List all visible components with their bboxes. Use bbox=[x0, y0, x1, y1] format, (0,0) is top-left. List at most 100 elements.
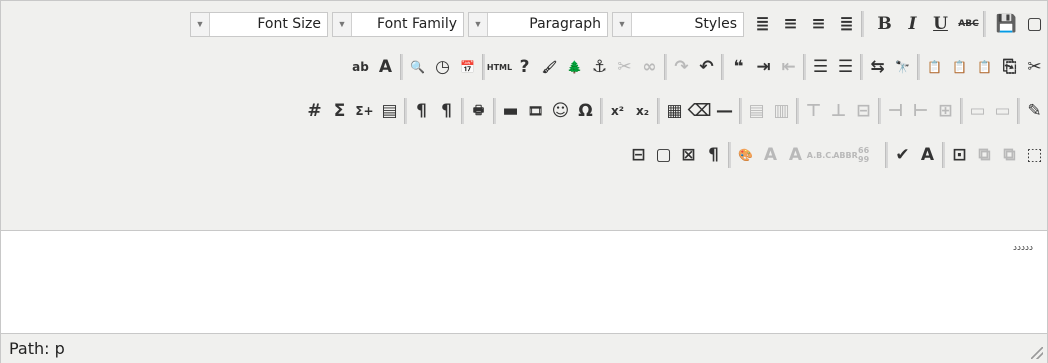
justify-left-button[interactable]: ≣ bbox=[834, 12, 859, 37]
indent-icon[interactable]: ⇥ bbox=[751, 55, 776, 80]
anchor-icon[interactable]: ⚓ bbox=[587, 55, 612, 80]
paragraph-select[interactable]: ▼ Paragraph bbox=[468, 11, 608, 37]
styles-select[interactable]: ▼ Styles bbox=[612, 11, 744, 37]
show-blocks-icon[interactable]: ¶ bbox=[701, 143, 726, 168]
font-size-select-label: Font Size bbox=[257, 16, 321, 32]
col-after-icon[interactable]: ⊢ bbox=[908, 99, 933, 124]
blockquote-icon[interactable]: ❝ bbox=[726, 55, 751, 80]
font-size-select[interactable]: ▼ Font Size bbox=[190, 11, 328, 37]
template-icon[interactable]: ▢ bbox=[651, 143, 676, 168]
undo-icon[interactable]: ↶ bbox=[694, 55, 719, 80]
move-forward-icon[interactable]: ⧉ bbox=[972, 143, 997, 168]
numbered-list-icon[interactable]: ☰ bbox=[808, 55, 833, 80]
ins-icon[interactable]: 66 99 bbox=[858, 143, 883, 168]
visual-aid-icon[interactable]: # bbox=[302, 99, 327, 124]
acronym-icon[interactable]: ABBR bbox=[833, 143, 858, 168]
media-icon[interactable]: 🎞 bbox=[523, 99, 548, 124]
absolute-icon[interactable]: ⬚ bbox=[1022, 143, 1047, 168]
find-icon[interactable]: 🔭 bbox=[890, 55, 915, 80]
replace-icon[interactable]: ⇆ bbox=[865, 55, 890, 80]
attribs-icon[interactable]: A bbox=[915, 143, 940, 168]
subscript-icon[interactable]: x₂ bbox=[630, 99, 655, 124]
separator bbox=[1017, 98, 1020, 124]
edit-note-icon[interactable]: ✎ bbox=[1022, 99, 1047, 124]
link-icon[interactable]: ∞ bbox=[637, 55, 662, 80]
insert-date-icon[interactable]: 📅 bbox=[455, 55, 480, 80]
insert-image-icon[interactable]: 🌲 bbox=[562, 55, 587, 80]
math-sum-icon[interactable]: Σ bbox=[327, 99, 352, 124]
copy-icon[interactable]: ⎘ bbox=[997, 55, 1022, 80]
justify-full-button[interactable]: ≣ bbox=[750, 12, 775, 37]
align-center-button[interactable]: ≡ bbox=[806, 12, 831, 37]
style-props-icon[interactable]: 🎨 bbox=[733, 143, 758, 168]
separator bbox=[600, 98, 603, 124]
insert-time-icon[interactable]: ◷ bbox=[430, 55, 455, 80]
bold-button[interactable]: B bbox=[872, 12, 897, 37]
merge-cells-icon[interactable]: ▭ bbox=[990, 99, 1015, 124]
insert-table-icon[interactable]: ▦ bbox=[662, 99, 687, 124]
editor-content-area[interactable]: ددددد bbox=[1, 231, 1047, 333]
delete-row-icon[interactable]: ⊟ bbox=[851, 99, 876, 124]
paste-word-icon[interactable]: 📋 bbox=[922, 55, 947, 80]
delete-col-icon[interactable]: ⊞ bbox=[933, 99, 958, 124]
strikethrough-button[interactable]: ABC bbox=[956, 12, 981, 37]
remove-format-icon[interactable]: ⌫ bbox=[687, 99, 712, 124]
cut-icon[interactable]: ✂ bbox=[1022, 55, 1047, 80]
insert-layer-icon[interactable]: ⊡ bbox=[947, 143, 972, 168]
horizontal-rule-icon[interactable]: — bbox=[712, 99, 737, 124]
special-char-icon[interactable]: Ω bbox=[573, 99, 598, 124]
separator bbox=[861, 11, 864, 37]
math-sum-plus-icon[interactable]: Σ+ bbox=[352, 99, 377, 124]
font-family-select[interactable]: ▼ Font Family bbox=[332, 11, 464, 37]
rich-text-editor: 💾 ▢ B I U ABC ≣ ≡ ≡ ≣ ▼ Styles ▼ Paragra… bbox=[0, 0, 1048, 363]
table-cell-props-icon[interactable]: ▥ bbox=[769, 99, 794, 124]
media-box-icon[interactable]: ▤ bbox=[377, 99, 402, 124]
cite-icon[interactable]: A bbox=[758, 143, 783, 168]
separator bbox=[664, 54, 667, 80]
resize-handle-icon[interactable] bbox=[1031, 347, 1043, 359]
chevron-down-icon[interactable]: ▼ bbox=[333, 12, 352, 36]
cleanup-icon[interactable]: 🖌 bbox=[537, 55, 562, 80]
print-icon[interactable]: 🖶 bbox=[466, 99, 491, 124]
emoticons-icon[interactable]: ☺ bbox=[548, 99, 573, 124]
redo-icon[interactable]: ↷ bbox=[669, 55, 694, 80]
font-color-icon[interactable]: A bbox=[373, 55, 398, 80]
nonbreaking-icon[interactable]: ⊠ bbox=[676, 143, 701, 168]
paste-icon[interactable]: 📋 bbox=[972, 55, 997, 80]
row-before-icon[interactable]: ⊤ bbox=[801, 99, 826, 124]
chevron-down-icon[interactable]: ▼ bbox=[191, 12, 210, 36]
ltr-icon[interactable]: ¶ bbox=[409, 99, 434, 124]
page-break-icon[interactable]: ⊟ bbox=[626, 143, 651, 168]
horizontal-rule-blue-icon[interactable]: ▬ bbox=[498, 99, 523, 124]
paragraph-select-label: Paragraph bbox=[529, 16, 601, 32]
new-document-icon[interactable]: ▢ bbox=[1022, 12, 1047, 37]
underline-button[interactable]: U bbox=[928, 12, 953, 37]
chevron-down-icon[interactable]: ▼ bbox=[469, 12, 488, 36]
html-source-icon[interactable]: HTML bbox=[487, 55, 512, 80]
abbr-icon[interactable]: A.B.C. bbox=[807, 143, 834, 168]
paste-text-icon[interactable]: 📋 bbox=[947, 55, 972, 80]
split-cells-icon[interactable]: ▭ bbox=[965, 99, 990, 124]
superscript-icon[interactable]: x² bbox=[605, 99, 630, 124]
table-row-props-icon[interactable]: ▤ bbox=[744, 99, 769, 124]
align-right-button[interactable]: ≡ bbox=[778, 12, 803, 37]
spellcheck-icon[interactable]: ✔ bbox=[890, 143, 915, 168]
del-icon[interactable]: A bbox=[783, 143, 808, 168]
italic-button[interactable]: I bbox=[900, 12, 925, 37]
row-after-icon[interactable]: ⊥ bbox=[826, 99, 851, 124]
outdent-icon[interactable]: ⇤ bbox=[776, 55, 801, 80]
separator bbox=[917, 54, 920, 80]
col-before-icon[interactable]: ⊣ bbox=[883, 99, 908, 124]
separator bbox=[983, 11, 986, 37]
save-icon[interactable]: 💾 bbox=[994, 12, 1019, 37]
preview-icon[interactable]: 🔍 bbox=[405, 55, 430, 80]
separator bbox=[885, 142, 888, 168]
rtl-icon[interactable]: ¶ bbox=[434, 99, 459, 124]
bullet-list-icon[interactable]: ☰ bbox=[833, 55, 858, 80]
chevron-down-icon[interactable]: ▼ bbox=[613, 12, 632, 36]
help-icon[interactable]: ? bbox=[512, 55, 537, 80]
unlink-icon[interactable]: ✂ bbox=[612, 55, 637, 80]
separator bbox=[960, 98, 963, 124]
move-backward-icon[interactable]: ⧉ bbox=[997, 143, 1022, 168]
highlight-color-icon[interactable]: ab bbox=[348, 55, 373, 80]
